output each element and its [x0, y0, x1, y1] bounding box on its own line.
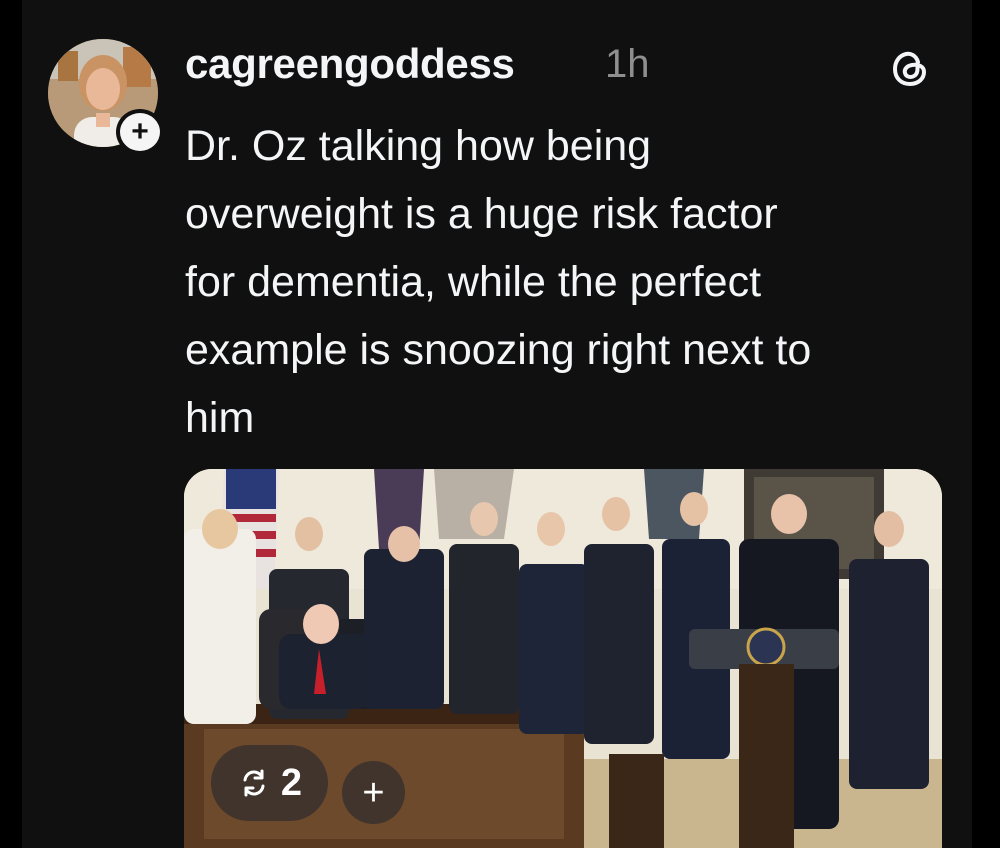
repost-icon [243, 769, 265, 797]
username[interactable]: cagreengoddess [185, 40, 515, 88]
add-button[interactable]: + [342, 761, 405, 824]
follow-button[interactable]: + [116, 109, 164, 155]
plus-icon: + [362, 771, 385, 814]
threads-icon[interactable] [888, 46, 932, 90]
post-text: Dr. Oz talking how being overweight is a… [185, 122, 812, 442]
plus-icon: + [131, 115, 149, 148]
repost-button[interactable]: 2 [211, 745, 328, 821]
repost-count: 2 [280, 761, 303, 804]
timestamp: 1h [605, 42, 650, 86]
